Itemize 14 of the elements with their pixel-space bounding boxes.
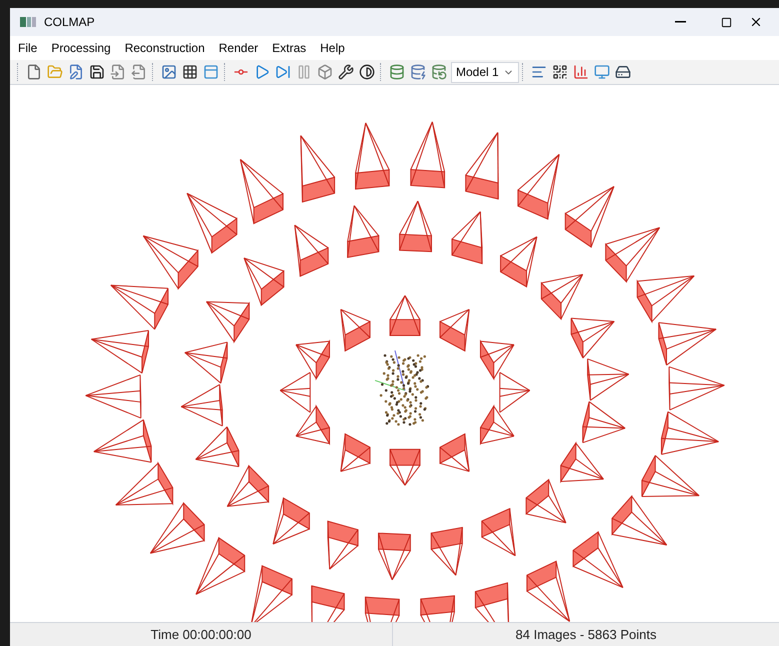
app-logo-icon [20,16,36,28]
model-dropdown[interactable]: Model 1 [451,62,519,82]
close-icon [749,15,763,29]
maximize-icon [720,16,732,28]
menu-item[interactable]: Help [320,39,345,57]
status-text: 84 Images - 5863 Points [516,626,656,644]
menu-item[interactable]: Reconstruction [124,39,205,57]
menu-item[interactable]: Processing [51,39,111,57]
status-text: Time 00:00:00:00 [150,626,252,644]
menu-item[interactable]: Render [218,39,258,57]
window-title: COLMAP [44,14,95,31]
menu-item[interactable]: File [18,39,38,57]
menu-item[interactable]: Extras [272,39,306,57]
minimize-icon [674,21,686,23]
